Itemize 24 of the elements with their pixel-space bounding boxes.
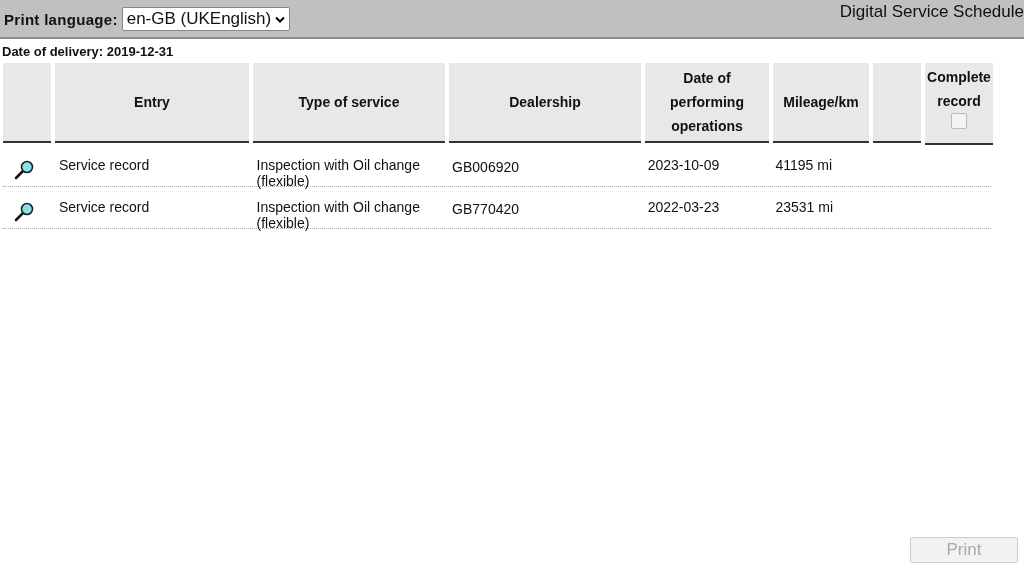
- service-type-cell-text: Inspection with Oil change (flexible): [255, 157, 421, 189]
- column-title: Complete record: [926, 68, 992, 111]
- dealership-cell-text: GB770420: [451, 200, 520, 217]
- search-icon[interactable]: [13, 201, 35, 223]
- mileage-cell-text: 41195 mi: [774, 157, 832, 173]
- column-title: Type of service: [298, 93, 400, 112]
- dealership-cell-text: GB006920: [451, 158, 520, 175]
- chevron-down-icon: [275, 15, 286, 23]
- entry-cell-text: Service record: [57, 157, 150, 173]
- service-type-cell-text: Inspection with Oil change (flexible): [255, 199, 421, 231]
- search-icon[interactable]: [13, 159, 35, 181]
- print-language-label: Print language:: [4, 10, 118, 28]
- column-title: Dealership: [509, 93, 581, 112]
- date-cell-text: 2022-03-23: [646, 199, 720, 215]
- entry-cell-text: Service record: [57, 199, 150, 215]
- column-title: Mileage/km: [783, 93, 859, 112]
- page-title: Digital Service Schedule: [839, 2, 1024, 22]
- complete-checkbox[interactable]: [951, 113, 967, 129]
- column-title: Date of performing operations: [669, 69, 745, 136]
- language-dropdown[interactable]: en-GB (UKEnglish): [121, 7, 291, 31]
- delivery-date: Date of delivery: 2019-12-31: [1, 43, 175, 61]
- date-cell-text: 2023-10-09: [646, 157, 720, 173]
- column-title: Entry: [134, 93, 170, 112]
- mileage-cell-text: 23531 mi: [774, 199, 834, 215]
